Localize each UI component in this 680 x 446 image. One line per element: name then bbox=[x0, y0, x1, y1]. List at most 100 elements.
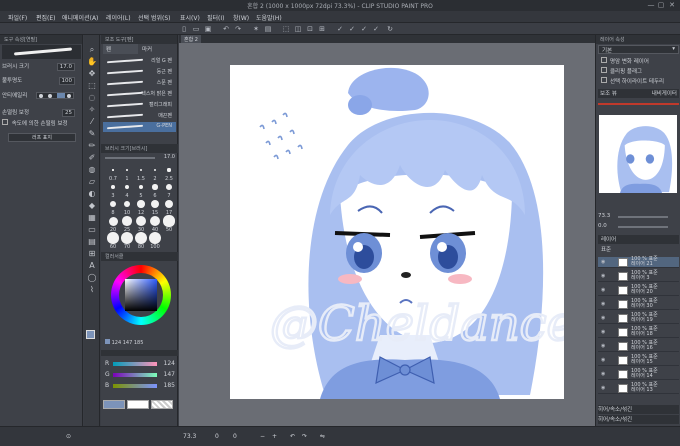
navigator-thumbnail[interactable] bbox=[599, 115, 677, 193]
brush-size-dot[interactable] bbox=[139, 168, 143, 172]
brush-size-dot[interactable] bbox=[149, 215, 161, 227]
navigator-angle-row[interactable]: 0.0 bbox=[598, 223, 679, 232]
hue-ring[interactable] bbox=[111, 265, 171, 325]
check-icon[interactable]: ✓ bbox=[336, 25, 344, 33]
correction-tool-icon[interactable]: ⌇ bbox=[87, 285, 97, 295]
zoom-out-icon[interactable]: − bbox=[260, 433, 265, 440]
brush-size-dot[interactable] bbox=[122, 216, 132, 226]
transform-icon[interactable]: ⊡ bbox=[306, 25, 314, 33]
maximize-button[interactable]: ▢ bbox=[656, 1, 666, 9]
blend-mode-select[interactable]: 기본 ▾ bbox=[598, 45, 679, 54]
menu-view[interactable]: 표시(V) bbox=[180, 13, 200, 22]
ruler-tool-icon[interactable]: ⊞ bbox=[87, 249, 97, 259]
brush-item-selected[interactable]: G-PEN bbox=[103, 122, 176, 132]
tab-sub-view[interactable]: 보조 뷰 bbox=[598, 91, 617, 97]
layer-row[interactable]: ◉ 100 % 표준 레이어 3 bbox=[598, 271, 679, 282]
brush-size-dot[interactable] bbox=[121, 232, 133, 244]
zoom-tool-icon[interactable]: ⌕ bbox=[87, 45, 97, 55]
eye-icon[interactable]: ◉ bbox=[601, 315, 605, 321]
menu-filter[interactable]: 필터(I) bbox=[207, 13, 225, 22]
crop-icon[interactable]: ⊞ bbox=[318, 25, 326, 33]
brush-size-dot[interactable] bbox=[167, 168, 171, 172]
airbrush-tool-icon[interactable]: ◍ bbox=[87, 165, 97, 175]
minimize-button[interactable]: — bbox=[646, 1, 656, 9]
brush-size-dot[interactable] bbox=[149, 232, 161, 244]
layer-option-row[interactable]: 클리핑 플래그 bbox=[598, 67, 679, 76]
brush-size-dot[interactable] bbox=[166, 184, 172, 190]
clear-icon[interactable]: ✶ bbox=[252, 25, 260, 33]
invert-icon[interactable]: ◫ bbox=[294, 25, 302, 33]
rotate-left-icon[interactable]: ↶ bbox=[290, 433, 295, 440]
speed-stabilize-row[interactable]: 속도에 의한 손떨림 보정 bbox=[2, 119, 81, 129]
menu-file[interactable]: 파일(F) bbox=[8, 13, 27, 22]
brush-item[interactable]: 둥근 펜 bbox=[103, 67, 176, 77]
eye-icon[interactable]: ◉ bbox=[601, 343, 605, 349]
eye-icon[interactable]: ◉ bbox=[601, 273, 605, 279]
speed-checkbox[interactable] bbox=[2, 119, 8, 125]
brush-item[interactable]: 캘리그래피 bbox=[103, 100, 176, 110]
menu-layer[interactable]: 레이어(L) bbox=[106, 13, 131, 22]
wand-tool-icon[interactable]: ✧ bbox=[87, 105, 97, 115]
brush-size-dot[interactable] bbox=[126, 169, 128, 171]
brush-tool-icon[interactable]: ✐ bbox=[87, 153, 97, 163]
brush-size-dot[interactable] bbox=[138, 184, 144, 190]
brush-size-dot[interactable] bbox=[112, 169, 114, 171]
brush-item[interactable]: 텍스처 밝은 펜 bbox=[103, 89, 176, 99]
layer-row[interactable]: ◉ 100 % 표준 레이어 14 bbox=[598, 369, 679, 380]
eye-icon[interactable]: ◉ bbox=[601, 357, 605, 363]
menu-animation[interactable]: 애니메이션(A) bbox=[62, 13, 98, 22]
status-zoom[interactable]: 73.3 bbox=[183, 433, 196, 440]
pencil-tool-icon[interactable]: ✏ bbox=[87, 141, 97, 151]
brush-size-dot[interactable] bbox=[153, 168, 157, 172]
hand-tool-icon[interactable]: ✋ bbox=[87, 57, 97, 67]
eye-icon[interactable]: ◉ bbox=[601, 301, 605, 307]
close-button[interactable]: ✕ bbox=[667, 1, 677, 9]
eyedropper-tool-icon[interactable]: ⁄ bbox=[87, 117, 97, 127]
brush-size-dot[interactable] bbox=[124, 184, 130, 190]
open-icon[interactable]: ▭ bbox=[192, 25, 200, 33]
main-color-chip[interactable] bbox=[103, 400, 125, 409]
sub-color-chip[interactable] bbox=[127, 400, 149, 409]
undo-icon[interactable]: ↶ bbox=[222, 25, 230, 33]
frame-tool-icon[interactable]: ▤ bbox=[87, 237, 97, 247]
tab-marker[interactable]: 마커 bbox=[139, 44, 174, 54]
layer-row[interactable]: ◉ 100 % 표준 레이어 19 bbox=[598, 313, 679, 324]
brush-item[interactable]: 스푼 펜 bbox=[103, 78, 176, 88]
balloon-tool-icon[interactable]: ◯ bbox=[87, 273, 97, 283]
layer-option-row[interactable]: 선택 하이라이트 테두리 bbox=[598, 77, 679, 86]
brush-size-row[interactable]: 브러시 크기 17.0 bbox=[2, 62, 81, 72]
brush-size-dot[interactable] bbox=[151, 200, 159, 208]
zoom-in-icon[interactable]: + bbox=[272, 433, 277, 440]
flip-icon[interactable]: ⇋ bbox=[320, 433, 325, 440]
antialias-row[interactable]: 안티에일리 bbox=[2, 91, 81, 101]
layer-row[interactable]: ◉ 100 % 표준 레이어 20 bbox=[598, 285, 679, 296]
sub-tool-button[interactable]: 러프 표지 bbox=[8, 133, 76, 142]
rotate-icon[interactable]: ↻ bbox=[386, 25, 394, 33]
eraser-tool-icon[interactable]: ▱ bbox=[87, 177, 97, 187]
menu-help[interactable]: 도움말(H) bbox=[256, 13, 282, 22]
brush-size-dot[interactable] bbox=[108, 216, 118, 226]
new-icon[interactable]: ▯ bbox=[180, 25, 188, 33]
layer-blend-row[interactable]: 표준 bbox=[598, 245, 679, 254]
canvas-area[interactable]: @Cheldance bbox=[179, 43, 595, 426]
check3-icon[interactable]: ✓ bbox=[360, 25, 368, 33]
move-tool-icon[interactable]: ✥ bbox=[87, 69, 97, 79]
text-tool-icon[interactable]: A bbox=[87, 261, 97, 271]
figure-tool-icon[interactable]: ▭ bbox=[87, 225, 97, 235]
fill-icon[interactable]: ▤ bbox=[264, 25, 272, 33]
gradient-tool-icon[interactable]: ▦ bbox=[87, 213, 97, 223]
brush-size-dot[interactable] bbox=[107, 232, 119, 244]
red-slider[interactable]: R 124 bbox=[105, 360, 177, 368]
tab-navigator[interactable]: 내비게이터 bbox=[652, 89, 677, 97]
blue-slider[interactable]: B 185 bbox=[105, 382, 177, 390]
opacity-row[interactable]: 불투명도 100 bbox=[2, 76, 81, 86]
layer-row[interactable]: ◉ 100 % 표준 레이어 21 bbox=[598, 257, 679, 268]
transparent-chip[interactable] bbox=[151, 400, 173, 409]
stabilize-value[interactable]: 25 bbox=[62, 109, 75, 117]
green-slider[interactable]: G 147 bbox=[105, 371, 177, 379]
layer-row[interactable]: ◉ 100 % 표준 레이어 30 bbox=[598, 299, 679, 310]
brush-size-dot[interactable] bbox=[152, 184, 158, 190]
status-help-icon[interactable]: ⊙ bbox=[66, 433, 71, 440]
brush-size-slider[interactable]: 17.0 bbox=[105, 154, 175, 161]
save-icon[interactable]: ▣ bbox=[204, 25, 212, 33]
